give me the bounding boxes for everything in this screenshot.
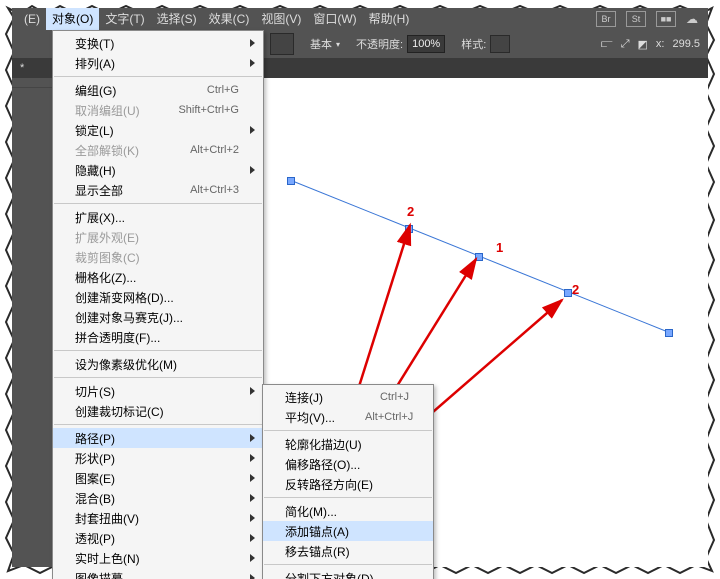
annotation-number: 2 [407, 204, 414, 219]
menu-offset-path[interactable]: 偏移路径(O)... [263, 454, 433, 474]
anchor-point[interactable] [665, 329, 673, 337]
object-menu: 变换(T) 排列(A) 编组(G)Ctrl+G 取消编组(U)Shift+Ctr… [52, 30, 264, 579]
menu-lock[interactable]: 锁定(L) [53, 120, 263, 140]
menu-unlock-all[interactable]: 全部解锁(K)Alt+Ctrl+2 [53, 140, 263, 160]
path-submenu: 连接(J)Ctrl+J 平均(V)...Alt+Ctrl+J 轮廓化描边(U) … [262, 384, 434, 579]
menu-slice[interactable]: 切片(S) [53, 381, 263, 401]
menu-path[interactable]: 路径(P) [53, 428, 263, 448]
menu-remove-anchor[interactable]: 移去锚点(R) [263, 541, 433, 561]
menu-outline-stroke[interactable]: 轮廓化描边(U) [263, 434, 433, 454]
anchor-point[interactable] [287, 177, 295, 185]
menu-transform[interactable]: 变换(T) [53, 33, 263, 53]
menu-live-paint[interactable]: 实时上色(N) [53, 548, 263, 568]
anchor-point[interactable] [475, 253, 483, 261]
menu-hide[interactable]: 隐藏(H) [53, 160, 263, 180]
menu-expand-appearance[interactable]: 扩展外观(E) [53, 227, 263, 247]
anchor-point[interactable] [405, 225, 413, 233]
menu-create-mosaic[interactable]: 创建对象马赛克(J)... [53, 307, 263, 327]
menu-crop-image[interactable]: 裁剪图象(C) [53, 247, 263, 267]
menu-image-trace[interactable]: 图像描摹 [53, 568, 263, 579]
menu-simplify[interactable]: 简化(M)... [263, 501, 433, 521]
menu-perspective[interactable]: 透视(P) [53, 528, 263, 548]
menu-pattern[interactable]: 图案(E) [53, 468, 263, 488]
anchor-point[interactable] [564, 289, 572, 297]
menu-create-mesh[interactable]: 创建渐变网格(D)... [53, 287, 263, 307]
menu-divide-below[interactable]: 分割下方对象(D) [263, 568, 433, 579]
menu-ungroup[interactable]: 取消编组(U)Shift+Ctrl+G [53, 100, 263, 120]
menu-reverse-path[interactable]: 反转路径方向(E) [263, 474, 433, 494]
menu-shape[interactable]: 形状(P) [53, 448, 263, 468]
annotation-number: 1 [496, 240, 503, 255]
menu-group[interactable]: 编组(G)Ctrl+G [53, 80, 263, 100]
menu-pixel-optimize[interactable]: 设为像素级优化(M) [53, 354, 263, 374]
annotation-number: 2 [572, 282, 579, 297]
menu-show-all[interactable]: 显示全部Alt+Ctrl+3 [53, 180, 263, 200]
menu-blend[interactable]: 混合(B) [53, 488, 263, 508]
menu-expand[interactable]: 扩展(X)... [53, 207, 263, 227]
menu-arrange[interactable]: 排列(A) [53, 53, 263, 73]
menu-add-anchor[interactable]: 添加锚点(A) [263, 521, 433, 541]
menu-join[interactable]: 连接(J)Ctrl+J [263, 387, 433, 407]
menu-trim-marks[interactable]: 创建裁切标记(C) [53, 401, 263, 421]
menu-flatten[interactable]: 拼合透明度(F)... [53, 327, 263, 347]
menu-envelope[interactable]: 封套扭曲(V) [53, 508, 263, 528]
menu-average[interactable]: 平均(V)...Alt+Ctrl+J [263, 407, 433, 427]
menu-rasterize[interactable]: 栅格化(Z)... [53, 267, 263, 287]
